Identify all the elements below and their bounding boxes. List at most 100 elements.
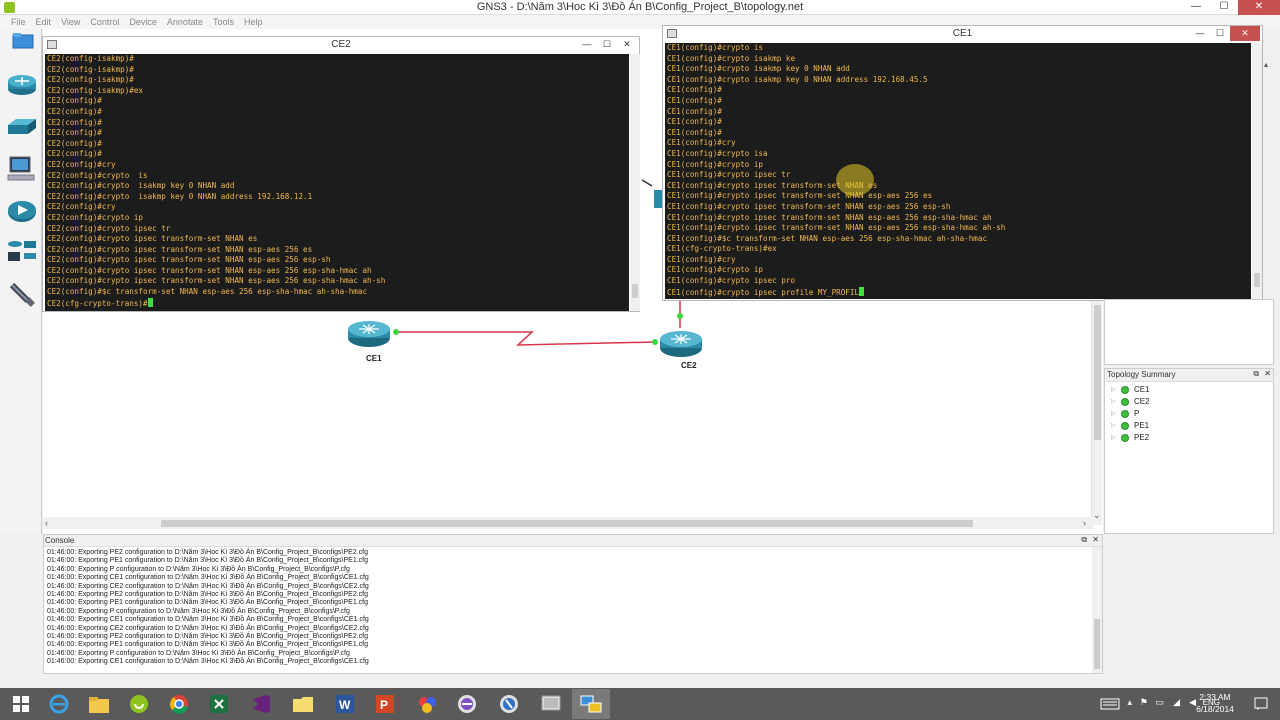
topology-summary-close-button[interactable]: ✕ xyxy=(1264,369,1271,378)
topology-node-pe1[interactable]: ▷ PE1 xyxy=(1105,420,1273,432)
terminal-title-bar-ce1[interactable]: CE1 — ☐ ✕ xyxy=(663,26,1262,42)
terminal-ce2-maximize-button[interactable]: ☐ xyxy=(597,37,617,52)
terminal-title-bar-ce2[interactable]: CE2 — ☐ ✕ xyxy=(43,37,639,53)
wireshark-icon-2[interactable] xyxy=(490,689,528,719)
terminal-ce2-close-button[interactable]: ✕ xyxy=(617,37,637,52)
terminal-prompt-line[interactable]: CE1(config)#crypto ipsec profile MY_PROF… xyxy=(665,286,1251,299)
start-button[interactable] xyxy=(2,689,40,719)
topology-node-p[interactable]: ▷ P xyxy=(1105,408,1273,420)
expand-arrow-icon[interactable]: ▷ xyxy=(1111,408,1121,420)
node-types-panel xyxy=(1104,299,1274,365)
menu-view[interactable]: View xyxy=(56,15,85,29)
terminal-line: CE2(config)#crypto ipsec transform-set N… xyxy=(47,265,372,275)
gns3-icon[interactable] xyxy=(120,689,158,719)
mouse-pointer-highlight xyxy=(836,164,874,196)
folder-toolbar-icon[interactable] xyxy=(12,31,34,49)
cable-icon[interactable] xyxy=(6,279,38,307)
svg-text:P: P xyxy=(380,698,388,712)
terminal-line: CE1(config)# xyxy=(667,106,722,116)
canvas-horizontal-scrollbar[interactable]: ‹ › xyxy=(43,517,1093,529)
network-app-icon[interactable] xyxy=(572,689,610,719)
flag-icon[interactable]: ⚑ xyxy=(1140,697,1148,708)
devices-icon[interactable]: ▭ xyxy=(1155,697,1164,708)
terminal-ce1-maximize-button[interactable]: ☐ xyxy=(1210,26,1230,41)
canvas-vertical-scrollbar[interactable]: ⌄ xyxy=(1091,300,1102,525)
show-hidden-icons-icon[interactable]: ▴ xyxy=(1127,697,1132,708)
terminal-line: CE1(config)#crypto ipsec transform-set N… xyxy=(667,212,992,222)
status-green-icon xyxy=(1121,410,1129,418)
topology-node-ce2[interactable]: ▷ CE2 xyxy=(1105,396,1273,408)
terminal-ce2-scroll-thumb[interactable] xyxy=(632,284,638,298)
terminal-ce1-close-button[interactable]: ✕ xyxy=(1230,26,1260,41)
wireshark-icon[interactable] xyxy=(448,689,486,719)
security-device-icon[interactable] xyxy=(6,197,38,225)
scroll-right-icon[interactable]: › xyxy=(1083,518,1086,528)
expand-arrow-icon[interactable]: ▷ xyxy=(1111,396,1121,408)
expand-arrow-icon[interactable]: ▷ xyxy=(1111,420,1121,432)
scroll-down-icon[interactable]: ⌄ xyxy=(1093,510,1101,520)
internet-explorer-icon[interactable] xyxy=(40,689,78,719)
excel-icon[interactable] xyxy=(200,689,238,719)
canvas-vertical-scroll-thumb[interactable] xyxy=(1094,305,1101,440)
terminal-ce1-minimize-button[interactable]: — xyxy=(1190,26,1210,41)
console-scrollbar[interactable] xyxy=(1092,547,1102,673)
router-ce2[interactable] xyxy=(658,326,704,360)
chrome-icon[interactable] xyxy=(160,689,198,719)
router-ce1[interactable] xyxy=(346,316,392,350)
expand-arrow-icon[interactable]: ▷ xyxy=(1111,384,1121,396)
terminal-window-ce1[interactable]: CE1 — ☐ ✕ CE1(config)#crypto is CE1(conf… xyxy=(662,25,1263,301)
terminal-line: CE2(config)#crypto ip xyxy=(47,212,144,222)
scroll-left-icon[interactable]: ‹ xyxy=(45,518,48,528)
menu-help[interactable]: Help xyxy=(239,15,268,29)
console-float-button[interactable]: ⧉ xyxy=(1081,535,1087,544)
console-close-button[interactable]: ✕ xyxy=(1092,535,1099,544)
terminal-ce2-minimize-button[interactable]: — xyxy=(577,37,597,52)
terminal-ce1-scrollbar[interactable] xyxy=(1252,43,1262,299)
terminal-line: CE2(config-isakmp)# xyxy=(47,64,134,74)
console-line: 01:46:00: Exporting PE1 configuration to… xyxy=(47,641,369,649)
scroll-up-icon[interactable]: ▴ xyxy=(1264,60,1272,72)
terminal-ce2-scrollbar[interactable] xyxy=(630,54,640,311)
app-icon[interactable] xyxy=(408,689,446,719)
topology-node-ce1[interactable]: ▷ CE1 xyxy=(1105,384,1273,396)
maximize-button[interactable]: ☐ xyxy=(1210,0,1238,15)
terminal-window-ce2[interactable]: CE2 — ☐ ✕ CE2(config-isakmp)# CE2(config… xyxy=(42,36,640,312)
terminal-prompt-line[interactable]: CE2(cfg-crypto-trans)# xyxy=(45,297,629,310)
console-icon[interactable] xyxy=(532,689,570,719)
powerpoint-icon[interactable]: P xyxy=(366,689,404,719)
terminal-screen-ce1[interactable]: CE1(config)#crypto is CE1(config)#crypto… xyxy=(665,43,1251,299)
menu-control[interactable]: Control xyxy=(85,15,124,29)
canvas-horizontal-scroll-thumb[interactable] xyxy=(161,520,973,527)
close-button[interactable]: ✕ xyxy=(1238,0,1280,15)
menu-file[interactable]: File xyxy=(6,15,31,29)
end-device-icon[interactable] xyxy=(6,155,38,183)
router-icon[interactable] xyxy=(6,71,38,99)
menu-device[interactable]: Device xyxy=(124,15,162,29)
all-devices-icon[interactable] xyxy=(6,237,38,265)
terminal-line: CE2(config)#crypto ipsec transform-set N… xyxy=(47,255,331,265)
router-partial-hidden[interactable] xyxy=(652,186,662,212)
switch-icon[interactable] xyxy=(6,113,38,141)
menu-edit[interactable]: Edit xyxy=(31,15,57,29)
menu-tools[interactable]: Tools xyxy=(208,15,239,29)
word-icon[interactable]: W xyxy=(326,689,364,719)
terminal-ce1-scroll-thumb[interactable] xyxy=(1254,273,1260,287)
network-icon[interactable]: ◢ xyxy=(1173,697,1180,708)
topology-summary-float-button[interactable]: ⧉ xyxy=(1253,369,1259,378)
folder-icon[interactable] xyxy=(284,689,322,719)
keyboard-icon[interactable] xyxy=(1100,697,1120,711)
visual-studio-icon[interactable] xyxy=(242,689,280,719)
status-green-icon xyxy=(1121,398,1129,406)
file-explorer-icon[interactable] xyxy=(80,689,118,719)
system-clock[interactable]: 2:33 AM 6/18/2014 xyxy=(1192,691,1238,715)
menu-annotate[interactable]: Annotate xyxy=(162,15,208,29)
console-output[interactable]: 01:46:00: Exporting PE2 configuration to… xyxy=(44,547,1102,667)
topology-node-pe2[interactable]: ▷ PE2 xyxy=(1105,432,1273,444)
terminal-screen-ce2[interactable]: CE2(config-isakmp)# CE2(config-isakmp)# … xyxy=(45,54,629,311)
console-scroll-thumb[interactable] xyxy=(1094,619,1100,669)
minimize-button[interactable]: — xyxy=(1182,0,1210,15)
notification-icon[interactable] xyxy=(1254,697,1268,711)
console-line: 01:46:00: Exporting CE2 configuration to… xyxy=(47,582,369,590)
console-line: 01:46:00: Exporting CE2 configuration to… xyxy=(47,624,369,632)
expand-arrow-icon[interactable]: ▷ xyxy=(1111,432,1121,444)
